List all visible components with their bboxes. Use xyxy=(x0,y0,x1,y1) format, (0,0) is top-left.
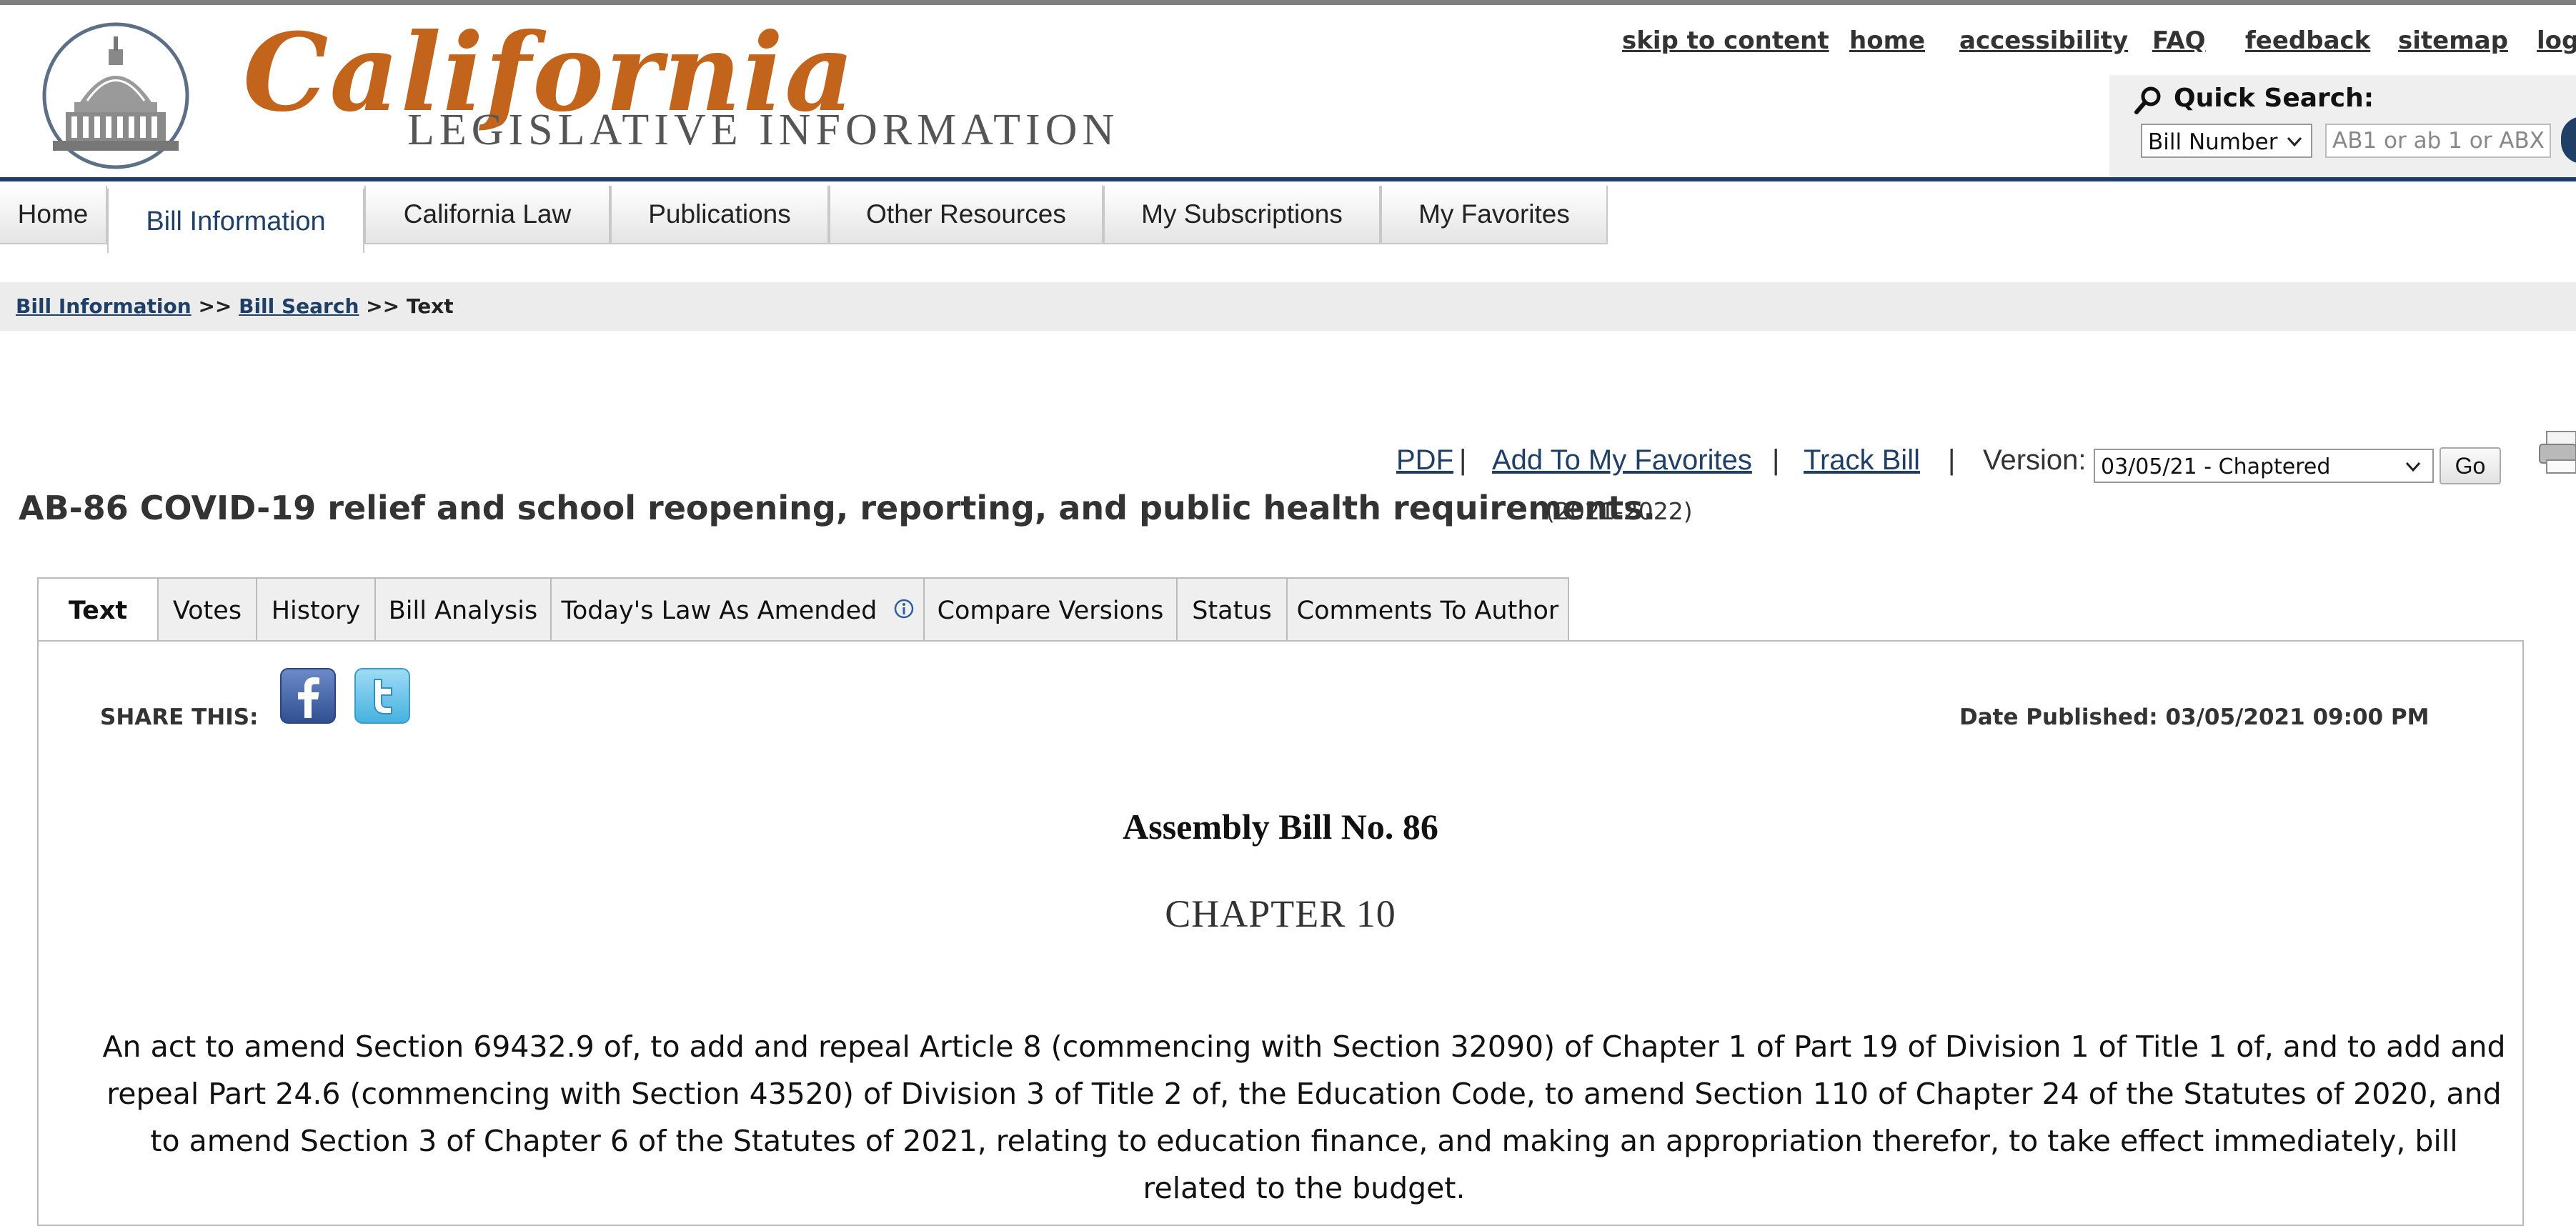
info-icon[interactable] xyxy=(894,599,914,619)
top-rule xyxy=(0,0,2576,5)
action-separator: | xyxy=(1948,444,1956,476)
quick-search-go-button[interactable] xyxy=(2561,116,2576,164)
site-header: California LEGISLATIVE INFORMATION skip … xyxy=(0,5,2576,179)
tab-history[interactable]: History xyxy=(257,577,376,642)
quick-search-label: Quick Search: xyxy=(2174,84,2374,113)
nav-tab-california-law[interactable]: California Law xyxy=(364,186,610,244)
breadcrumb: Bill Information >> Bill Search >> Text xyxy=(0,282,2576,331)
date-published: Date Published: 03/05/2021 09:00 PM xyxy=(1959,704,2430,730)
feedback-link[interactable]: feedback xyxy=(2245,26,2370,55)
breadcrumb-bill-search[interactable]: Bill Search xyxy=(239,294,359,318)
version-label: Version: xyxy=(1983,444,2087,476)
breadcrumb-current: Text xyxy=(406,294,454,318)
chevron-down-icon xyxy=(2405,462,2421,472)
nav-tab-bill-information[interactable]: Bill Information xyxy=(107,189,364,253)
chevron-down-icon xyxy=(2287,136,2302,147)
tab-status[interactable]: Status xyxy=(1178,577,1288,642)
act-description: An act to amend Section 69432.9 of, to a… xyxy=(102,1030,2506,1205)
nav-tab-home[interactable]: Home xyxy=(0,186,107,244)
main-nav: Home Bill Information California Law Pub… xyxy=(0,181,2576,253)
breadcrumb-separator: >> xyxy=(366,294,400,318)
version-go-button[interactable]: Go xyxy=(2440,447,2501,484)
nav-tab-publications[interactable]: Publications xyxy=(610,186,829,244)
tab-votes[interactable]: Votes xyxy=(159,577,257,642)
bill-number-heading: Assembly Bill No. 86 xyxy=(1123,807,1438,847)
tab-comments-to-author[interactable]: Comments To Author xyxy=(1288,577,1569,642)
action-separator: | xyxy=(1459,444,1467,476)
version-select[interactable]: 03/05/21 - Chaptered xyxy=(2094,449,2434,483)
breadcrumb-separator: >> xyxy=(198,294,232,318)
faq-link[interactable]: FAQ xyxy=(2152,26,2206,55)
tab-todays-law-as-amended[interactable]: Today's Law As Amended xyxy=(552,577,925,642)
login-link[interactable]: log xyxy=(2537,26,2576,55)
pdf-link[interactable]: PDF xyxy=(1396,444,1453,477)
action-separator: | xyxy=(1772,444,1780,476)
quick-search-type-value: Bill Number xyxy=(2148,129,2278,155)
tab-compare-versions[interactable]: Compare Versions xyxy=(925,577,1178,642)
tab-bill-analysis[interactable]: Bill Analysis xyxy=(376,577,552,642)
breadcrumb-bill-information[interactable]: Bill Information xyxy=(16,294,192,318)
search-icon xyxy=(2134,86,2161,114)
sitemap-link[interactable]: sitemap xyxy=(2398,26,2508,55)
nav-tab-other-resources[interactable]: Other Resources xyxy=(829,186,1103,244)
logo-subtitle: LEGISLATIVE INFORMATION xyxy=(407,106,1120,154)
facebook-icon[interactable] xyxy=(280,668,336,724)
nav-tab-my-subscriptions[interactable]: My Subscriptions xyxy=(1103,186,1381,244)
quick-search-input[interactable] xyxy=(2325,124,2551,158)
home-link[interactable]: home xyxy=(1849,26,1925,55)
tab-text[interactable]: Text xyxy=(37,577,159,643)
accessibility-link[interactable]: accessibility xyxy=(1959,26,2128,55)
share-label: SHARE THIS: xyxy=(100,704,259,730)
capitol-seal-icon[interactable] xyxy=(37,21,194,171)
tab-todays-law-label: Today's Law As Amended xyxy=(561,597,877,625)
chapter-heading: CHAPTER 10 xyxy=(1165,892,1396,935)
quick-search-type-select[interactable]: Bill Number xyxy=(2141,124,2312,158)
bill-session: (2021-2022) xyxy=(1546,497,1693,525)
quick-search-panel: Quick Search: Bill Number xyxy=(2109,75,2576,179)
bill-title: AB-86 COVID-19 relief and school reopeni… xyxy=(19,489,1656,527)
print-icon[interactable] xyxy=(2538,429,2576,476)
track-bill-link[interactable]: Track Bill xyxy=(1804,444,1920,477)
add-to-favorites-link[interactable]: Add To My Favorites xyxy=(1492,444,1752,477)
skip-to-content-link[interactable]: skip to content xyxy=(1622,26,1829,55)
twitter-icon[interactable] xyxy=(354,668,410,724)
version-select-value: 03/05/21 - Chaptered xyxy=(2101,454,2331,479)
nav-tab-my-favorites[interactable]: My Favorites xyxy=(1381,186,1608,244)
